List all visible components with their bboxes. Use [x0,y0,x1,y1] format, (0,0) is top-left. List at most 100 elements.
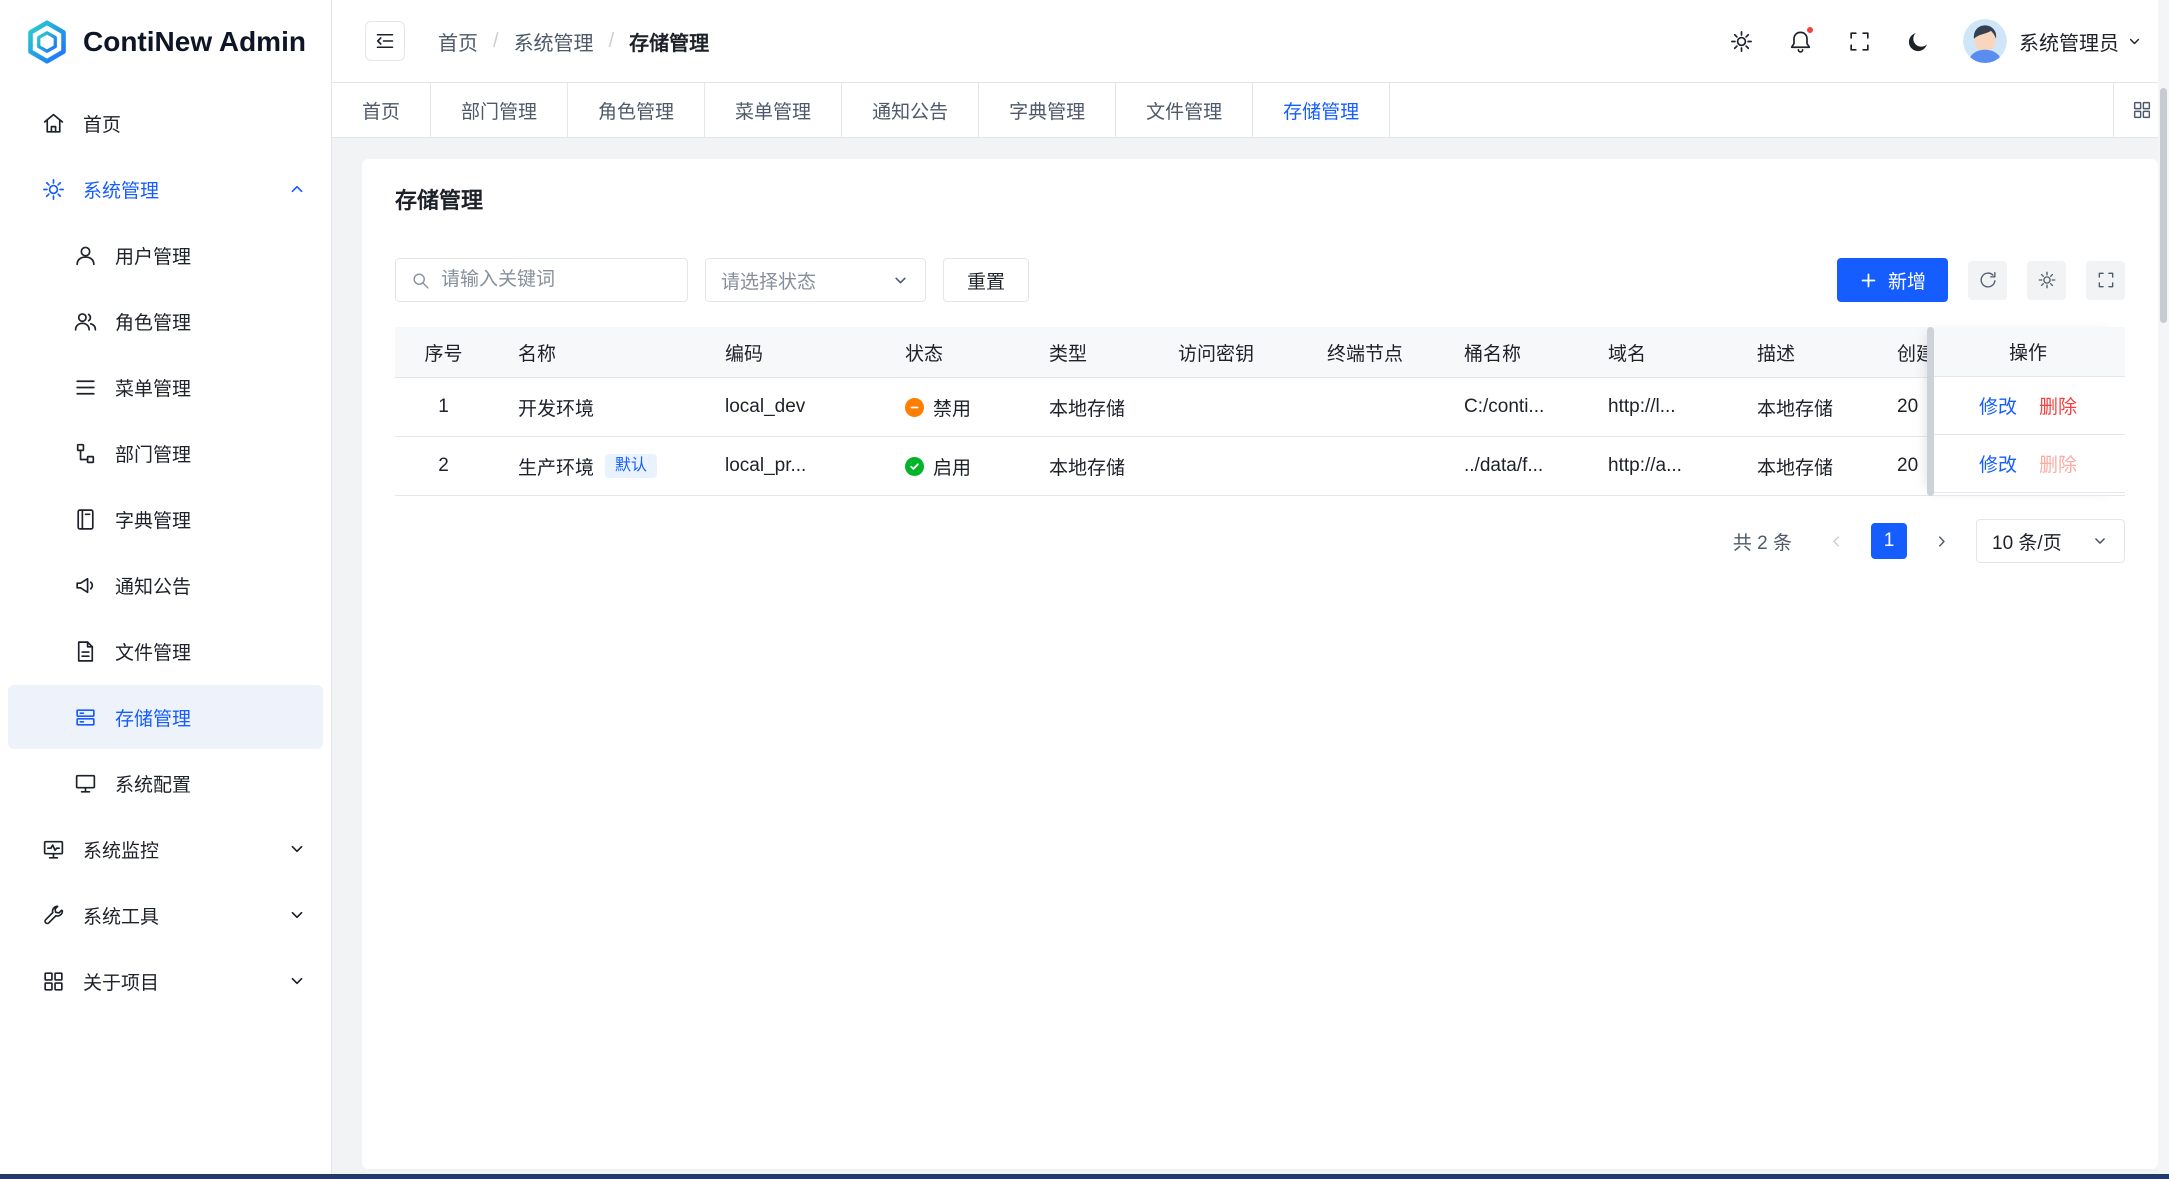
tab-notice-management[interactable]: 通知公告 [842,83,979,137]
cell-bucket: C:/conti... [1438,378,1582,436]
tab-menu-management[interactable]: 菜单管理 [705,83,842,137]
column-header-access-key: 访问密钥 [1152,327,1301,377]
sidebar-collapse-button[interactable] [365,21,405,61]
sidebar-item-system-tools[interactable]: 系统工具 [8,883,323,947]
column-header-description: 描述 [1731,327,1873,377]
cell-name: 生产环境 默认 [492,437,699,495]
page-number-button[interactable]: 1 [1871,523,1907,559]
delete-link[interactable]: 删除 [2039,392,2077,419]
user-menu[interactable]: 系统管理员 [2019,27,2143,56]
page-size-select[interactable]: 10 条/页 [1976,519,2125,563]
book-icon [73,507,98,532]
sidebar: ContiNew Admin 首页 系统管理 用户管理 角色管理 [0,0,332,1179]
settings-button[interactable] [1718,18,1764,64]
tab-label: 文件管理 [1146,97,1222,124]
tab-label: 角色管理 [598,97,674,124]
avatar[interactable] [1963,19,2007,63]
search-icon [410,270,431,291]
tab-label: 首页 [362,97,400,124]
cell-type: 本地存储 [1023,378,1152,436]
table-settings-button[interactable] [2027,261,2066,300]
page-size-value: 10 条/页 [1992,528,2062,555]
sidebar-item-label: 文件管理 [115,638,191,665]
status-select-placeholder: 请选择状态 [721,267,816,294]
prev-page-button[interactable] [1820,525,1853,558]
sidebar-item-label: 关于项目 [83,968,159,995]
sidebar-item-role-management[interactable]: 角色管理 [8,289,323,353]
chevron-up-icon [287,179,307,199]
tab-label: 存储管理 [1283,97,1359,124]
sidebar-item-user-management[interactable]: 用户管理 [8,223,323,287]
status-enabled-icon [905,457,924,476]
delete-link-disabled[interactable]: 删除 [2039,450,2077,477]
storage-card: 存储管理 请选择状态 重置 新增 [362,159,2158,1169]
column-header-no: 序号 [395,327,492,377]
fullscreen-button[interactable] [1836,18,1882,64]
sidebar-item-about-project[interactable]: 关于项目 [8,949,323,1013]
tab-storage-management[interactable]: 存储管理 [1253,83,1390,137]
column-header-domain: 域名 [1582,327,1731,377]
table-scrollbar[interactable] [1927,327,1934,496]
breadcrumb: 首页 / 系统管理 / 存储管理 [438,27,709,56]
search-input[interactable] [441,269,673,291]
notifications-button[interactable] [1777,18,1823,64]
megaphone-icon [73,573,98,598]
sidebar-item-system-monitor[interactable]: 系统监控 [8,817,323,881]
reset-button[interactable]: 重置 [943,258,1029,302]
sidebar-item-label: 存储管理 [115,704,191,731]
table-row: 2 生产环境 默认 local_pr... 启用 本地存储 [395,437,2125,496]
sidebar-item-file-management[interactable]: 文件管理 [8,619,323,683]
breadcrumb-separator: / [493,30,499,53]
sidebar-item-storage-management[interactable]: 存储管理 [8,685,323,749]
sidebar-item-label: 菜单管理 [115,374,191,401]
user-icon [73,243,98,268]
expand-icon [1847,29,1872,54]
tab-dictionary-management[interactable]: 字典管理 [979,83,1116,137]
top-header: 首页 / 系统管理 / 存储管理 [332,0,2169,83]
dashboard-icon [41,837,66,862]
tab-role-management[interactable]: 角色管理 [568,83,705,137]
sidebar-item-system-config[interactable]: 系统配置 [8,751,323,815]
edit-link[interactable]: 修改 [1979,392,2017,419]
tab-file-management[interactable]: 文件管理 [1116,83,1253,137]
sidebar-item-label: 部门管理 [115,440,191,467]
pagination: 共 2 条 1 10 条/页 [395,519,2125,563]
sidebar-item-dictionary-management[interactable]: 字典管理 [8,487,323,551]
table-header-row: 序号 名称 编码 状态 类型 访问密钥 终端节点 桶名称 域名 描述 创建时间 [395,327,2125,378]
tab-label: 字典管理 [1009,97,1085,124]
edit-link[interactable]: 修改 [1979,450,2017,477]
add-button[interactable]: 新增 [1837,258,1948,302]
sidebar-item-label: 字典管理 [115,506,191,533]
column-header-status: 状态 [879,327,1023,377]
sidebar-item-system-management[interactable]: 系统管理 [8,157,323,221]
page-scrollbar[interactable] [2158,0,2169,1179]
status-label: 启用 [933,453,971,480]
sidebar-item-menu-management[interactable]: 菜单管理 [8,355,323,419]
default-badge: 默认 [605,454,657,478]
add-button-label: 新增 [1888,267,1926,294]
tab-home[interactable]: 首页 [332,83,431,137]
refresh-button[interactable] [1968,261,2007,300]
grid-icon [41,969,66,994]
bottom-edge-strip [0,1174,2169,1179]
sidebar-item-department-management[interactable]: 部门管理 [8,421,323,485]
scrollbar-thumb[interactable] [2160,88,2167,323]
sidebar-item-label: 系统监控 [83,836,159,863]
sidebar-item-notice-management[interactable]: 通知公告 [8,553,323,617]
breadcrumb-home[interactable]: 首页 [438,27,478,56]
status-select[interactable]: 请选择状态 [705,258,926,302]
sidebar-item-label: 系统管理 [83,176,159,203]
logo[interactable]: ContiNew Admin [0,0,331,83]
dark-mode-button[interactable] [1895,18,1941,64]
next-page-button[interactable] [1925,525,1958,558]
sidebar-item-label: 系统工具 [83,902,159,929]
table-fullscreen-button[interactable] [2086,261,2125,300]
app-root: ContiNew Admin 首页 系统管理 用户管理 角色管理 [0,0,2169,1179]
sidebar-item-home[interactable]: 首页 [8,91,323,155]
column-header-code: 编码 [699,327,879,377]
tab-department-management[interactable]: 部门管理 [431,83,568,137]
storage-table: 序号 名称 编码 状态 类型 访问密钥 终端节点 桶名称 域名 描述 创建时间 … [395,327,2125,496]
users-icon [73,309,98,334]
breadcrumb-system-management[interactable]: 系统管理 [514,27,594,56]
menu-fold-icon [373,29,397,53]
